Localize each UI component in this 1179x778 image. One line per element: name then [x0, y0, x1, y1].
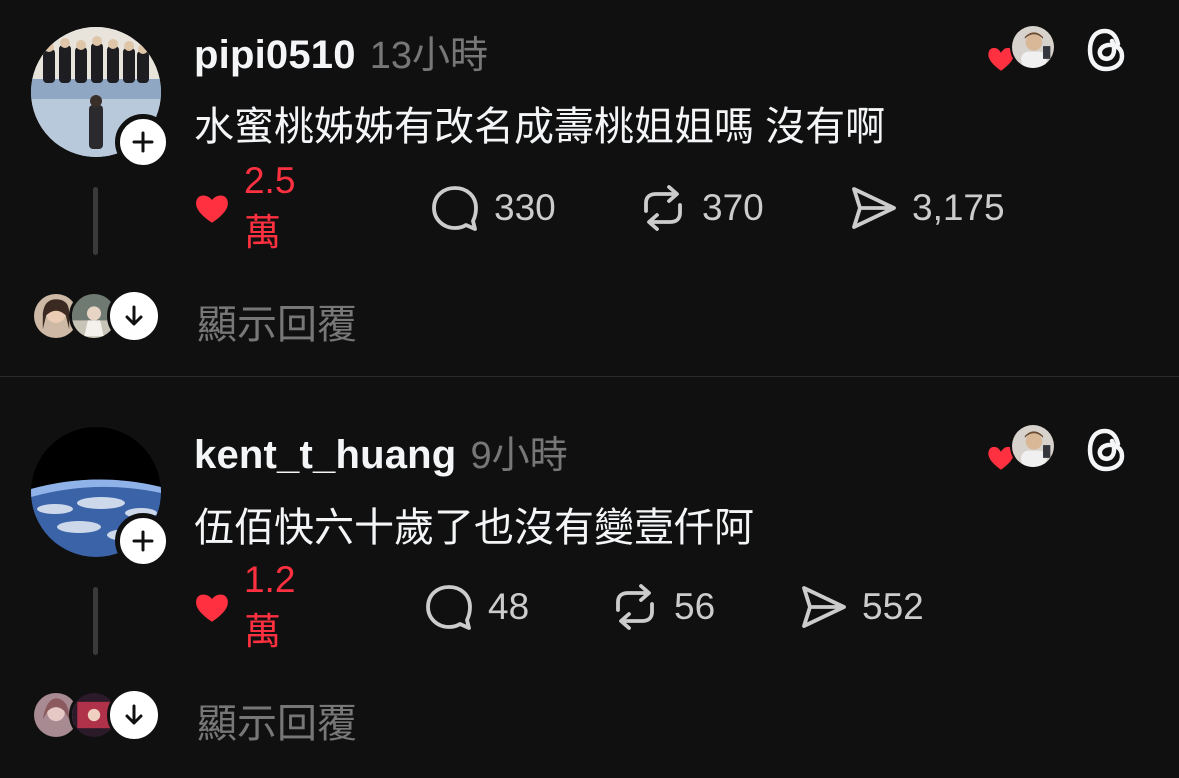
- heart-icon: [196, 594, 228, 622]
- repost-count: 370: [702, 187, 764, 228]
- username[interactable]: pipi0510: [194, 33, 356, 78]
- thread-connector-line: [93, 187, 98, 255]
- share-send-icon: [852, 187, 896, 229]
- show-replies-link[interactable]: 顯示回覆: [197, 691, 357, 749]
- share-button[interactable]: 552: [796, 577, 924, 637]
- reply-avatars[interactable]: [31, 288, 161, 344]
- expand-replies-button[interactable]: [107, 289, 161, 343]
- thread-post: kent_t_huang 9小時 伍佰快六十歲了也沒有變壹仟阿 1.2萬 48 …: [0, 376, 1179, 778]
- follow-button[interactable]: [115, 114, 171, 170]
- share-count: 552: [862, 586, 924, 627]
- repost-icon: [616, 584, 654, 630]
- post-time: 13小時: [369, 35, 488, 77]
- follow-button[interactable]: [115, 513, 171, 569]
- post-text: 伍佰快六十歲了也沒有變壹仟阿: [194, 506, 754, 550]
- share-button[interactable]: 3,175: [846, 178, 1005, 238]
- repost-button[interactable]: 370: [636, 178, 764, 238]
- share-send-icon: [802, 586, 846, 628]
- thread-post: pipi0510 13小時 水蜜桃姊姊有改名成壽桃姐姐嗎 沒有啊 2.5萬 33…: [0, 0, 1179, 376]
- post-header: pipi0510 13小時: [194, 24, 488, 79]
- repost-icon: [644, 185, 682, 231]
- threads-logo-icon[interactable]: [1084, 425, 1130, 475]
- plus-icon: [132, 530, 154, 552]
- plus-icon: [132, 131, 154, 153]
- arrow-down-icon: [125, 704, 143, 725]
- comment-bubble-icon: [426, 585, 472, 630]
- like-button[interactable]: 1.2萬: [192, 559, 309, 652]
- post-text: 水蜜桃姊姊有改名成壽桃姐姐嗎 沒有啊: [194, 105, 886, 149]
- heart-icon: [196, 195, 228, 223]
- like-button[interactable]: 2.5萬: [192, 160, 309, 253]
- like-count: 1.2萬: [243, 559, 296, 652]
- comment-bubble-icon: [432, 186, 478, 231]
- username[interactable]: kent_t_huang: [194, 433, 456, 478]
- threads-logo-icon[interactable]: [1084, 25, 1130, 75]
- repost-button[interactable]: 56: [608, 577, 715, 637]
- arrow-down-icon: [125, 305, 143, 326]
- liked-by-avatar[interactable]: [1010, 423, 1056, 469]
- post-time: 9小時: [470, 435, 568, 477]
- comment-button[interactable]: 48: [422, 577, 529, 637]
- comment-count: 48: [488, 586, 530, 627]
- like-count: 2.5萬: [243, 160, 296, 253]
- liked-by-avatar[interactable]: [1010, 24, 1056, 70]
- reply-avatars[interactable]: [31, 687, 161, 743]
- thread-connector-line: [93, 587, 98, 655]
- repost-count: 56: [674, 586, 716, 627]
- comment-button[interactable]: 330: [428, 178, 556, 238]
- comment-count: 330: [494, 187, 556, 228]
- share-count: 3,175: [912, 187, 1005, 228]
- post-header: kent_t_huang 9小時: [194, 424, 568, 479]
- expand-replies-button[interactable]: [107, 688, 161, 742]
- show-replies-link[interactable]: 顯示回覆: [197, 292, 357, 350]
